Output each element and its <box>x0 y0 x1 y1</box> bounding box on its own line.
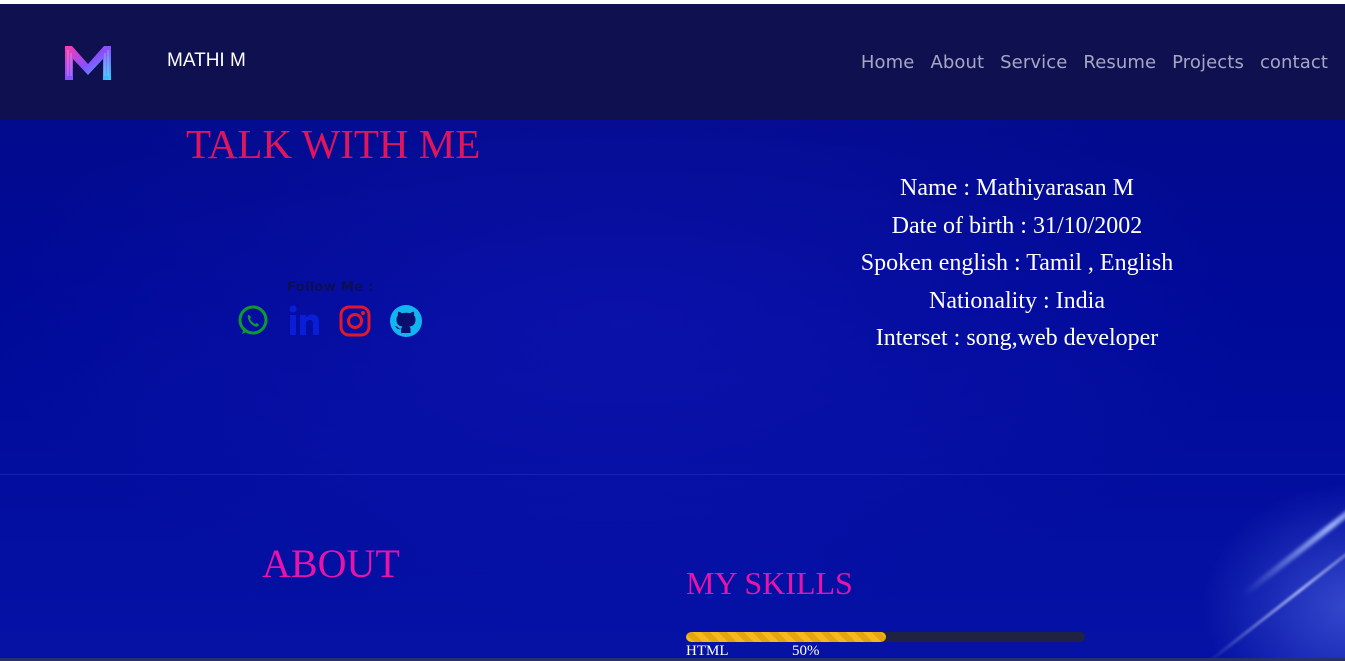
light-glow <box>1190 474 1345 661</box>
section-divider <box>0 474 1345 475</box>
skill-progress-bar <box>686 632 1085 642</box>
talk-with-me-title: TALK WITH ME <box>186 121 481 167</box>
github-icon[interactable] <box>389 304 423 338</box>
nav-resume-link[interactable]: Resume <box>1083 52 1156 73</box>
instagram-icon[interactable] <box>338 304 372 338</box>
follow-me-label: Follow Me : <box>287 279 374 295</box>
personal-info: Name : Mathiyarasan M Date of birth : 31… <box>780 170 1254 358</box>
social-links <box>236 304 423 338</box>
main-nav: Home About Service Resume Projects conta… <box>861 52 1328 73</box>
brand-name[interactable]: MATHI M <box>167 50 246 72</box>
nav-home-link[interactable]: Home <box>861 52 915 73</box>
info-interest: Interset : song,web developer <box>875 325 1159 351</box>
nav-about-link[interactable]: About <box>930 52 984 73</box>
about-title: ABOUT <box>262 541 400 586</box>
linkedin-icon[interactable] <box>287 304 321 338</box>
nav-contact-link[interactable]: contact <box>1260 52 1328 73</box>
info-spoken-languages: Spoken english : Tamil , English <box>860 250 1174 276</box>
nav-service-link[interactable]: Service <box>1000 52 1067 73</box>
skill-progress-fill <box>686 632 886 642</box>
info-name: Name : Mathiyarasan M <box>900 175 1134 201</box>
whatsapp-icon[interactable] <box>236 304 270 338</box>
info-nationality: Nationality : India <box>929 287 1105 314</box>
my-skills-title: MY SKILLS <box>686 565 853 601</box>
nav-projects-link[interactable]: Projects <box>1172 52 1244 73</box>
info-date-of-birth: Date of birth : 31/10/2002 <box>891 212 1143 239</box>
logo-icon[interactable] <box>62 40 114 84</box>
navbar: MATHI M Home About Service Resume Projec… <box>0 4 1345 120</box>
